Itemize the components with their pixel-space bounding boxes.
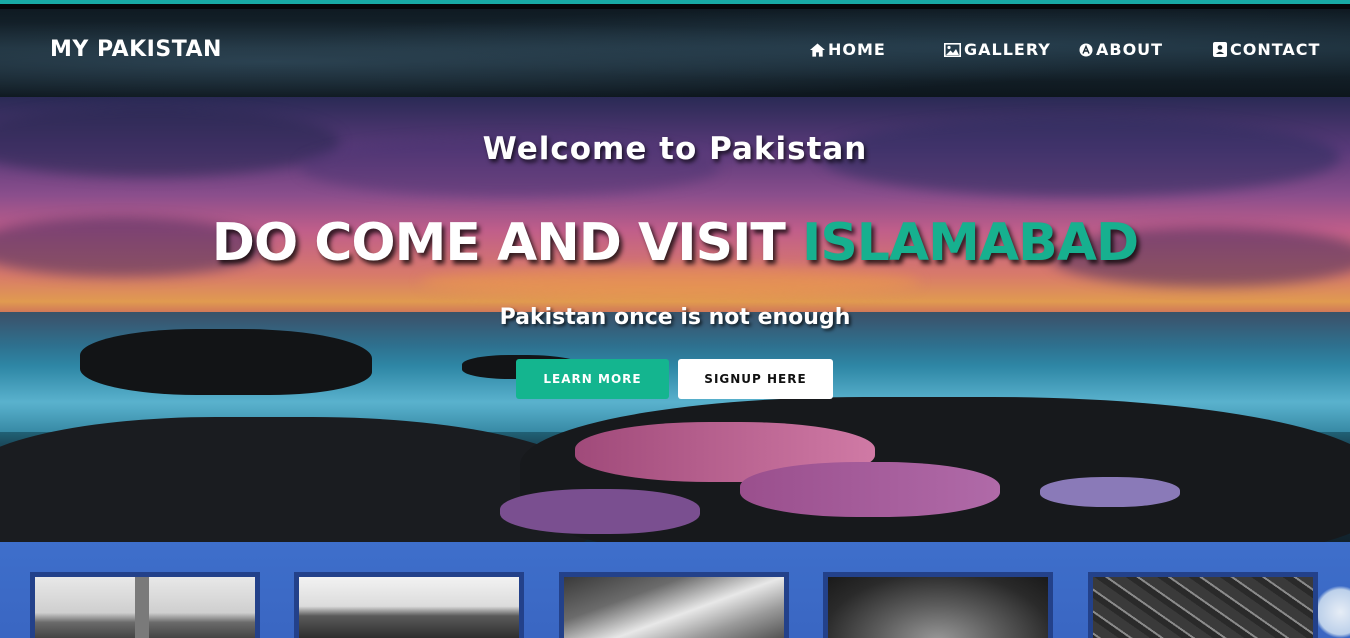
brand-logo[interactable]: MY PAKISTAN [50, 37, 222, 62]
tide-pool [740, 462, 1000, 517]
nav-gallery[interactable]: GALLERY [944, 40, 1051, 59]
gallery-thumb-mountains[interactable] [559, 572, 789, 638]
learn-more-button[interactable]: LEARN MORE [516, 359, 669, 399]
nav-about-label: ABOUT [1096, 40, 1164, 59]
signup-button[interactable]: SIGNUP HERE [678, 359, 833, 399]
hero-title: DO COME AND VISIT ISLAMABAD [0, 213, 1350, 273]
gallery-thumb-hills[interactable] [294, 572, 524, 638]
thumb-image [299, 577, 519, 638]
nav-home[interactable]: HOME [810, 40, 886, 59]
thumb-image [564, 577, 784, 638]
hero-tagline: Pakistan once is not enough [499, 305, 851, 330]
minar-tower [135, 577, 149, 638]
cloud-decoration [1318, 582, 1350, 638]
gallery-thumb-monument[interactable] [823, 572, 1053, 638]
hero-title-prefix: DO COME AND VISIT [211, 213, 786, 273]
nav-contact[interactable]: CONTACT [1213, 40, 1320, 59]
navbar: MY PAKISTAN HOME GALLERY ABOUT CONTACT [0, 9, 1350, 97]
hero-subtitle: Welcome to Pakistan [482, 131, 868, 167]
image-icon [944, 42, 961, 57]
hero-banner: Welcome to Pakistan DO COME AND VISIT IS… [0, 97, 1350, 542]
gallery-thumb-highway[interactable] [1088, 572, 1318, 638]
nav-home-label: HOME [828, 40, 886, 59]
gallery-thumb-minar[interactable] [30, 572, 260, 638]
nav-about[interactable]: ABOUT [1079, 40, 1163, 59]
tide-pool [500, 489, 700, 534]
thumb-image [35, 577, 255, 638]
tide-pool [1040, 477, 1180, 507]
nav-gallery-label: GALLERY [964, 40, 1051, 59]
home-icon [810, 42, 825, 57]
thumb-image [1093, 577, 1313, 638]
info-circle-icon [1079, 43, 1093, 57]
gallery-strip [0, 542, 1350, 638]
nav-contact-label: CONTACT [1230, 40, 1321, 59]
thumb-image [828, 577, 1048, 638]
contact-card-icon [1213, 42, 1227, 57]
hero-title-accent: ISLAMABAD [802, 213, 1139, 273]
rock [80, 329, 372, 395]
